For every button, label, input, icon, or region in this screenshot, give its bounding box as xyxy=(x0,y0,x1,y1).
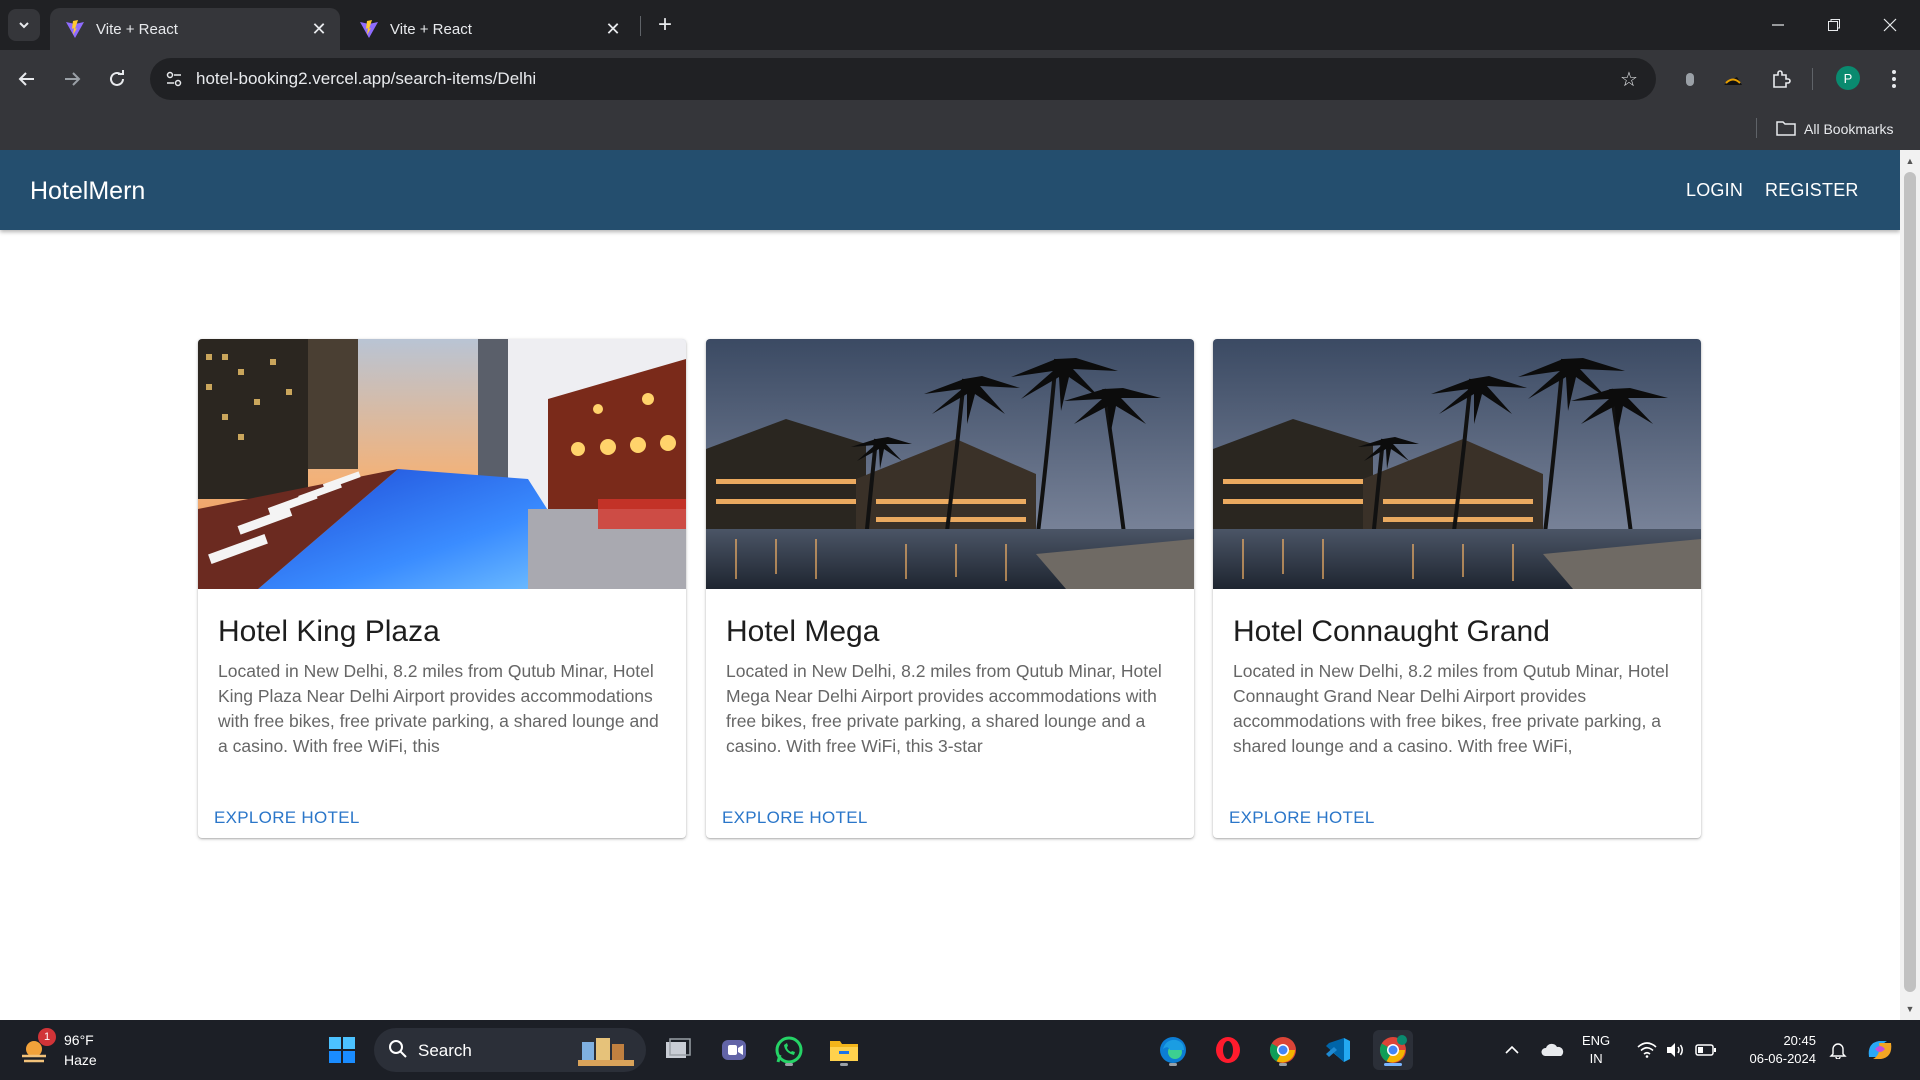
hotel-description: Located in New Delhi, 8.2 miles from Qut… xyxy=(726,661,1162,756)
folder-icon xyxy=(1776,120,1796,139)
hotel-card: Hotel Connaught Grand Located in New Del… xyxy=(1213,339,1701,838)
restore-icon[interactable] xyxy=(1806,0,1862,50)
page-scrollbar[interactable]: ▲ ▼ xyxy=(1900,150,1920,1020)
toolbar-divider xyxy=(1812,68,1813,90)
reload-icon[interactable] xyxy=(100,62,134,96)
bookmarks-bar: All Bookmarks xyxy=(0,108,1920,150)
register-link[interactable]: REGISTER xyxy=(1765,180,1859,201)
all-bookmarks-label: All Bookmarks xyxy=(1804,121,1894,137)
chevron-down-icon xyxy=(19,22,29,29)
hotel-description: Located in New Delhi, 8.2 miles from Qut… xyxy=(1233,661,1669,756)
search-label: Search xyxy=(418,1041,472,1060)
hotel-name: Hotel Connaught Grand xyxy=(1233,615,1550,648)
taskbar-search[interactable]: Search xyxy=(374,1028,646,1072)
login-link[interactable]: LOGIN xyxy=(1686,180,1743,201)
weather-badge: 1 xyxy=(38,1028,56,1046)
extension-hat-icon[interactable] xyxy=(1720,66,1746,92)
url-text[interactable]: hotel-booking2.vercel.app/search-items/D… xyxy=(196,69,536,89)
notification-bell-icon[interactable] xyxy=(1826,1020,1850,1080)
close-tab-icon[interactable]: ✕ xyxy=(306,16,332,42)
forward-icon[interactable] xyxy=(55,62,89,96)
hotel-card: Hotel King Plaza Located in New Delhi, 8… xyxy=(198,339,686,838)
opera-icon[interactable] xyxy=(1208,1030,1248,1070)
new-tab-button[interactable]: + xyxy=(650,10,680,40)
hotel-image-rooftop-pool[interactable] xyxy=(198,339,686,589)
windows-start-icon[interactable] xyxy=(322,1030,362,1070)
teams-icon[interactable] xyxy=(714,1030,754,1070)
copilot-icon[interactable] xyxy=(1862,1020,1898,1080)
explore-hotel-button[interactable]: EXPLORE HOTEL xyxy=(722,808,868,828)
more-menu-icon[interactable] xyxy=(1881,66,1907,92)
weather-condition: Haze xyxy=(64,1052,97,1068)
tab-strip: Vite + React ✕ Vite + React ✕ + xyxy=(0,0,1920,50)
extensions-puzzle-icon[interactable] xyxy=(1768,66,1794,92)
back-icon[interactable] xyxy=(10,62,44,96)
search-icon xyxy=(389,1040,407,1058)
system-clock[interactable]: 20:45 06-06-2024 xyxy=(1736,1032,1817,1068)
edge-icon[interactable] xyxy=(1153,1030,1193,1070)
tab-vite-react-active[interactable]: Vite + React ✕ xyxy=(50,8,340,50)
vite-logo-icon xyxy=(358,18,380,40)
brand-logo[interactable]: HotelMern xyxy=(30,177,145,206)
address-bar[interactable]: hotel-booking2.vercel.app/search-items/D… xyxy=(150,58,1656,100)
task-view-icon[interactable] xyxy=(659,1030,699,1070)
vscode-icon[interactable] xyxy=(1318,1030,1358,1070)
volume-icon[interactable] xyxy=(1664,1020,1686,1080)
scroll-down-icon[interactable]: ▼ xyxy=(1900,1000,1920,1018)
language-region: IN xyxy=(1589,1051,1603,1066)
hotel-name: Hotel King Plaza xyxy=(218,615,440,648)
chrome-profile-icon[interactable] xyxy=(1373,1030,1413,1070)
scroll-up-icon[interactable]: ▲ xyxy=(1900,152,1920,170)
close-window-icon[interactable] xyxy=(1862,0,1918,50)
active-indicator xyxy=(1384,1063,1402,1066)
running-indicator xyxy=(840,1063,848,1066)
web-page: HotelMern LOGIN REGISTER Hotel King Plaz… xyxy=(0,150,1900,1020)
language-indicator[interactable]: ENG IN xyxy=(1582,1032,1610,1068)
chrome-icon[interactable] xyxy=(1263,1030,1303,1070)
tab-search-button[interactable] xyxy=(8,9,40,41)
explore-hotel-button[interactable]: EXPLORE HOTEL xyxy=(214,808,360,828)
file-explorer-icon[interactable] xyxy=(824,1030,864,1070)
minimize-icon[interactable] xyxy=(1750,0,1806,50)
running-indicator xyxy=(1169,1063,1177,1066)
weather-temp: 96°F xyxy=(64,1032,94,1048)
app-header: HotelMern LOGIN REGISTER xyxy=(0,150,1900,230)
search-highlight-icon xyxy=(578,1038,634,1066)
clock-date: 06-06-2024 xyxy=(1749,1051,1817,1066)
bookmark-star-icon[interactable]: ☆ xyxy=(1616,66,1642,92)
bookmarks-divider xyxy=(1756,118,1757,138)
hotel-image-resort-palms[interactable] xyxy=(1213,339,1701,589)
running-indicator xyxy=(785,1063,793,1066)
hotel-name: Hotel Mega xyxy=(726,615,880,648)
all-bookmarks-button[interactable]: All Bookmarks xyxy=(1776,116,1893,142)
tab-title: Vite + React xyxy=(96,20,178,38)
running-indicator xyxy=(1279,1063,1287,1066)
tab-vite-react[interactable]: Vite + React ✕ xyxy=(344,8,634,50)
whatsapp-icon[interactable] xyxy=(769,1030,809,1070)
hotel-image-resort-palms[interactable] xyxy=(706,339,1194,589)
close-tab-icon[interactable]: ✕ xyxy=(600,16,626,42)
battery-icon[interactable] xyxy=(1694,1020,1718,1080)
hotel-description: Located in New Delhi, 8.2 miles from Qut… xyxy=(218,661,659,756)
browser-toolbar: hotel-booking2.vercel.app/search-items/D… xyxy=(0,50,1920,108)
extension-icon[interactable] xyxy=(1677,66,1703,92)
onedrive-icon[interactable] xyxy=(1538,1020,1568,1080)
profile-avatar[interactable]: P xyxy=(1836,66,1860,90)
vite-logo-icon xyxy=(64,18,86,40)
tab-divider xyxy=(640,16,641,36)
language-code: ENG xyxy=(1582,1033,1611,1048)
taskbar: 1 96°F Haze Search ENG IN 20:45 06-06-20… xyxy=(0,1020,1920,1080)
show-hidden-icons[interactable] xyxy=(1500,1020,1524,1080)
site-info-icon[interactable] xyxy=(162,67,186,91)
explore-hotel-button[interactable]: EXPLORE HOTEL xyxy=(1229,808,1375,828)
hotel-card: Hotel Mega Located in New Delhi, 8.2 mil… xyxy=(706,339,1194,838)
tab-title: Vite + React xyxy=(390,20,472,38)
clock-time: 20:45 xyxy=(1783,1033,1816,1048)
wifi-icon[interactable] xyxy=(1636,1020,1658,1080)
scrollbar-thumb[interactable] xyxy=(1904,172,1916,992)
